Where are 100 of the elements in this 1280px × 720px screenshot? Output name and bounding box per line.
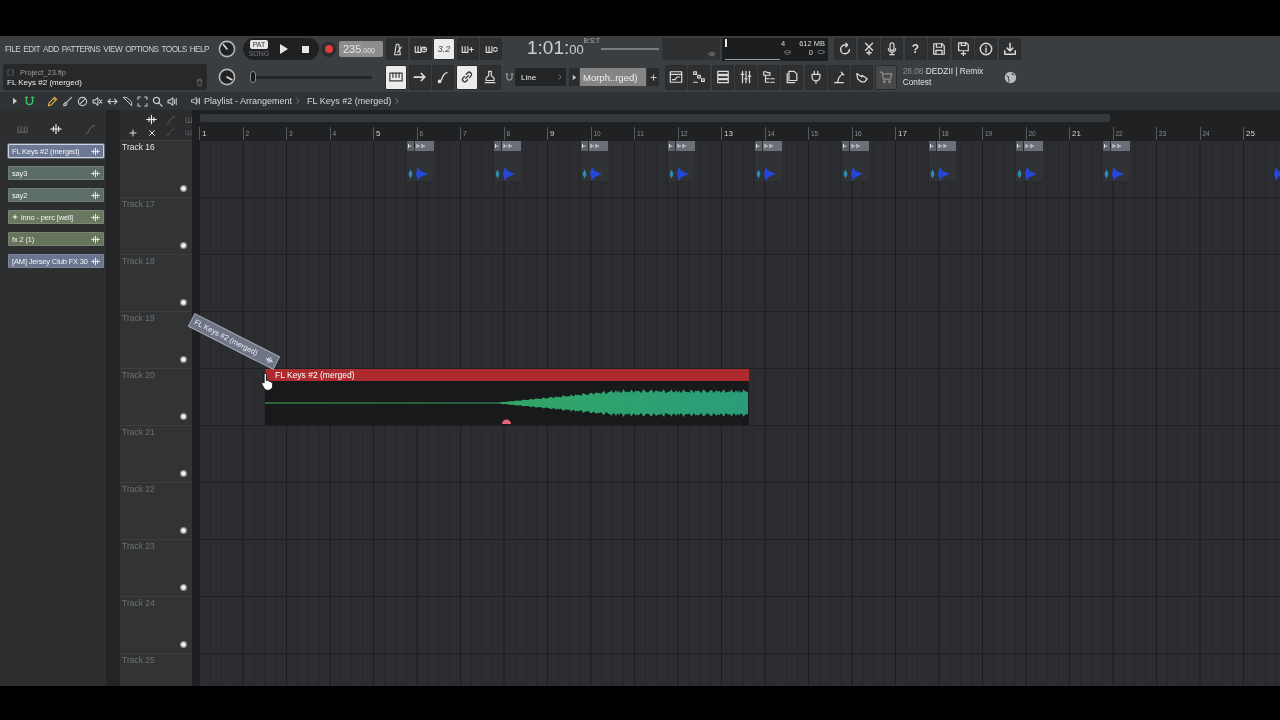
toolbar-button[interactable]: 3.2: [433, 38, 455, 60]
menu-item[interactable]: HELP: [189, 44, 209, 54]
audio-clip[interactable]: [929, 141, 956, 181]
magnet-icon: [24, 95, 35, 107]
download-icon: [1002, 42, 1017, 56]
audio-clip[interactable]: [494, 141, 521, 181]
toolbar-button[interactable]: [480, 38, 502, 60]
led-icon[interactable]: [180, 470, 187, 477]
menu-item[interactable]: FILE: [5, 44, 21, 54]
toolbar-button[interactable]: [455, 64, 478, 90]
keyboard-icon[interactable]: [184, 114, 195, 125]
magnet-icon: [505, 72, 514, 82]
audio-clip[interactable]: [407, 141, 434, 181]
led-icon[interactable]: [180, 413, 187, 420]
waveform-icon[interactable]: [50, 123, 62, 135]
toolbar-button[interactable]: [851, 64, 874, 90]
bracket-icon: [7, 69, 14, 76]
menu-item[interactable]: VIEW: [103, 44, 123, 54]
pages-icon: [785, 70, 800, 84]
plug-icon: [808, 70, 823, 84]
menu-item[interactable]: ADD: [42, 44, 59, 54]
track-name[interactable]: Track 16: [122, 142, 155, 152]
arrow-button[interactable]: [569, 68, 579, 86]
menu-item[interactable]: OPTIONS: [125, 44, 159, 54]
snap-dropdown[interactable]: Line: [515, 68, 566, 86]
toolbar-button[interactable]: [432, 64, 454, 90]
stamp-icon: [483, 70, 497, 84]
audio-clip[interactable]: [1016, 141, 1043, 181]
clip-title: FL Keys #2 (merged): [275, 369, 355, 381]
toolbar-button[interactable]: [734, 64, 757, 90]
waveform-icon: [264, 354, 275, 366]
caret-icon: [10, 97, 19, 105]
audio-clip[interactable]: [755, 141, 782, 181]
led-icon[interactable]: [180, 356, 187, 363]
toolbar-button[interactable]: [834, 38, 856, 60]
news-headline[interactable]: 28.08 DEDZII | Remix Contest: [902, 66, 995, 88]
close-icon[interactable]: [147, 128, 156, 137]
toolbar-button[interactable]: [951, 38, 974, 60]
scrollbar-thumb[interactable]: [200, 114, 1110, 122]
brush-icon: [62, 95, 73, 107]
folder-tree-icon: [762, 70, 777, 84]
toolbar-button[interactable]: [881, 38, 903, 60]
toolbar-button[interactable]: [998, 38, 1021, 60]
waveform-icon[interactable]: [146, 114, 157, 125]
menu-item[interactable]: PATTERNS: [61, 44, 101, 54]
audio-clip[interactable]: FL Keys #2 (merged): [265, 369, 749, 425]
toolbar-button[interactable]: [828, 64, 851, 90]
toolbar-button[interactable]: [711, 64, 734, 90]
toolbar-button[interactable]: [928, 38, 950, 60]
oscilloscope-line: [601, 48, 659, 50]
add-button[interactable]: [647, 68, 659, 86]
stop-icon: [301, 45, 309, 53]
plus-icon[interactable]: [128, 128, 137, 137]
slider-thumb[interactable]: [250, 71, 256, 83]
led-icon[interactable]: [180, 299, 187, 306]
prohibited-icon: [77, 95, 88, 107]
speaker-icon: [191, 96, 201, 106]
toolbar-button[interactable]: [665, 64, 687, 90]
menu-item[interactable]: TOOLS: [161, 44, 187, 54]
tool-button[interactable]: [135, 93, 150, 109]
pattern-selector[interactable]: Morph..rged): [580, 68, 646, 86]
led-icon[interactable]: [180, 242, 187, 249]
oval-icon: [817, 48, 825, 56]
globe-icon[interactable]: [1003, 70, 1017, 84]
toolbar-button[interactable]: [408, 64, 431, 90]
toolbar-button[interactable]: [386, 38, 408, 60]
toolbar-button[interactable]: [758, 64, 781, 90]
toolbar-button[interactable]: [409, 38, 432, 60]
sliders-icon: [738, 70, 753, 84]
lamp-icon: [832, 70, 847, 84]
breadcrumb-item[interactable]: FL Keys #2 (merged): [307, 96, 392, 106]
toolbar-button[interactable]: [688, 64, 711, 90]
toolbar-button[interactable]: [781, 64, 804, 90]
playlist-title[interactable]: Playlist - Arrangement: [204, 96, 293, 106]
audio-clip[interactable]: [842, 141, 869, 181]
led-icon[interactable]: [180, 185, 187, 192]
menu-item[interactable]: EDIT: [23, 44, 40, 54]
bar-number: 21: [1072, 129, 1081, 138]
led-icon[interactable]: [180, 527, 187, 534]
led-icon[interactable]: [180, 641, 187, 648]
toolbar-button[interactable]: [857, 38, 880, 60]
audio-clip[interactable]: [1274, 167, 1280, 181]
toolbar-button[interactable]: [479, 64, 501, 90]
stacked-rows-icon: [715, 70, 730, 84]
toolbar-button[interactable]: [456, 38, 479, 60]
vertical-scrollbar[interactable]: [106, 110, 120, 686]
song-position-slider[interactable]: [250, 71, 372, 83]
knob[interactable]: [218, 68, 236, 86]
audio-clip[interactable]: [1103, 141, 1130, 181]
bar-number: 25: [1246, 129, 1255, 138]
toolbar-button[interactable]: [975, 38, 997, 60]
record-button[interactable]: [321, 41, 336, 57]
audio-clip[interactable]: [581, 141, 608, 181]
audio-clip[interactable]: [668, 141, 695, 181]
knob[interactable]: [218, 40, 236, 58]
record-icon: [324, 45, 333, 53]
led-icon[interactable]: [180, 584, 187, 591]
toolbar-button[interactable]: ?: [904, 38, 927, 60]
toolbar-button[interactable]: [804, 64, 827, 90]
toolbar-button[interactable]: [385, 64, 407, 90]
